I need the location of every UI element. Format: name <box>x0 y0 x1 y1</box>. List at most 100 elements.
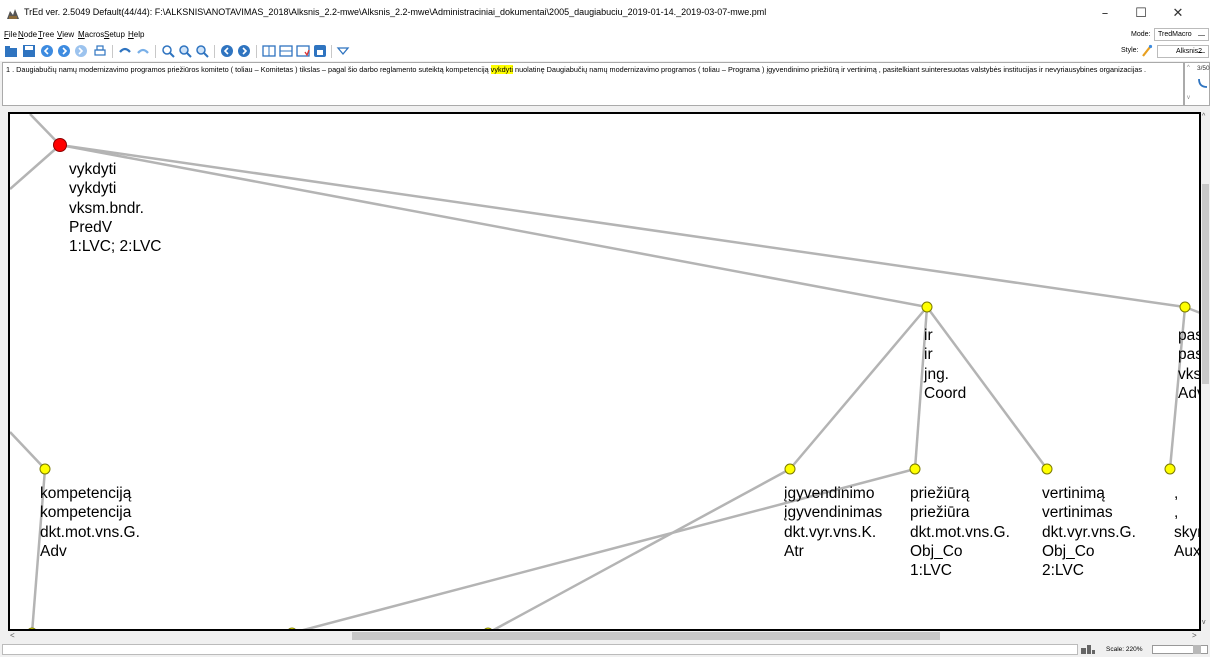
node-afun: Adv <box>40 542 67 560</box>
layout-icon[interactable] <box>279 44 293 58</box>
node-lemma: vertinimas <box>1042 504 1113 522</box>
scroll-left-arrow-icon[interactable]: < <box>10 631 15 640</box>
undo-icon[interactable] <box>118 44 132 58</box>
menu-help[interactable]: Help <box>128 30 144 39</box>
status-field <box>2 644 1078 655</box>
next-icon[interactable] <box>57 44 71 58</box>
node-form: vertinimą <box>1042 485 1105 502</box>
brush-icon[interactable] <box>1141 44 1153 58</box>
app-icon <box>7 9 19 19</box>
sentence-view[interactable]: 1 . Daugiabučių namų modernizavimo progr… <box>2 62 1184 106</box>
scroll-down-icon[interactable]: v <box>1187 95 1190 101</box>
node-tag: skyr. <box>1174 523 1199 541</box>
node-mwe: 2:LVC <box>1042 562 1084 580</box>
tree-node-igyvendinimo <box>784 463 796 475</box>
node-label-igyvendinimo: įgyvendinimo įgyvendinimas dkt.vyr.vns.K… <box>784 484 882 561</box>
node-lemma: , <box>1174 504 1179 522</box>
scale-icon <box>1081 645 1095 654</box>
menu-view[interactable]: View <box>57 30 74 39</box>
node-label-vertinima: vertinimą vertinimas dkt.vyr.vns.G. Obj_… <box>1042 484 1136 580</box>
open-icon[interactable] <box>4 44 18 58</box>
node-tag: dkt.vyr.vns.K. <box>784 523 877 541</box>
next-file-icon[interactable] <box>74 44 88 58</box>
node-label-ir: ir ir jng. Coord <box>924 326 966 403</box>
node-form: pas <box>1178 327 1201 344</box>
node-lemma: ir <box>924 346 933 364</box>
node-afun: Coord <box>924 384 967 402</box>
lock-icon[interactable] <box>313 44 327 58</box>
zoom-in-icon[interactable] <box>178 44 192 58</box>
node-tag: dkt.vyr.vns.G. <box>1042 523 1136 541</box>
dropdown-icon[interactable] <box>336 44 350 58</box>
node-form: , <box>1174 485 1179 502</box>
tree-edge <box>492 467 791 629</box>
menu-bar: File Node Tree View Macros Setup Help Mo… <box>0 28 1210 42</box>
tree-edge <box>59 143 1186 309</box>
window-title: TrEd ver. 2.5049 Default(44/44): F:\ALKS… <box>24 7 767 17</box>
print-icon[interactable] <box>93 44 107 58</box>
style-label: Style: <box>1121 47 1139 54</box>
node-afun: Atr <box>784 542 804 560</box>
tree-node-prieziura <box>909 463 921 475</box>
dropdown-icon: — <box>1198 32 1205 39</box>
node-tag: jng. <box>924 365 949 383</box>
node-lemma: kompetencija <box>40 504 132 522</box>
view-icon[interactable] <box>262 44 276 58</box>
scroll-up-icon[interactable]: ^ <box>1187 65 1190 71</box>
scale-label: Scale: 220% <box>1106 646 1143 653</box>
redo-icon[interactable] <box>136 44 150 58</box>
node-tag: vks <box>1178 365 1201 383</box>
node-afun: Obj_Co <box>910 542 963 560</box>
minimize-button[interactable]: – <box>1087 0 1123 26</box>
menu-file[interactable]: File <box>4 30 17 39</box>
prev-icon[interactable] <box>40 44 54 58</box>
toolbar-separator <box>112 45 113 58</box>
node-lemma: vykdyti <box>69 180 117 198</box>
scroll-right-arrow-icon[interactable]: > <box>1192 631 1197 640</box>
scale-slider-handle[interactable] <box>1193 645 1201 654</box>
zoom-out-icon[interactable] <box>195 44 209 58</box>
scroll-down-arrow-icon[interactable]: v <box>1202 619 1206 626</box>
back-icon[interactable] <box>220 44 234 58</box>
tree-node-ir <box>921 301 933 313</box>
menu-setup[interactable]: Setup <box>104 30 125 39</box>
tree-edge <box>789 306 928 470</box>
save-icon[interactable] <box>22 44 36 58</box>
menu-node[interactable]: Node <box>18 30 37 39</box>
tree-canvas[interactable]: vykdyti vykdyti vksm.bndr. PredV 1:LVC; … <box>8 112 1201 631</box>
mode-select[interactable]: TredMacro — <box>1154 28 1209 41</box>
menu-macros[interactable]: Macros <box>78 30 104 39</box>
style-select[interactable]: Alksnis2 — <box>1157 45 1209 58</box>
menu-tree[interactable]: Tree <box>38 30 54 39</box>
curve-icon[interactable] <box>1196 76 1210 90</box>
node-afun: Obj_Co <box>1042 542 1095 560</box>
tree-counter: 3/50 <box>1197 65 1210 72</box>
tree-edge <box>10 144 61 190</box>
horizontal-scroll-thumb[interactable] <box>352 632 940 640</box>
forward-icon[interactable] <box>237 44 251 58</box>
dropdown-icon: — <box>1198 49 1205 56</box>
sentence-highlight: vykdyti <box>490 65 513 74</box>
tree-edge <box>10 431 46 470</box>
tree-node-comma <box>1164 463 1176 475</box>
node-lemma: įgyvendinimas <box>784 504 883 522</box>
toolbar-separator <box>214 45 215 58</box>
vertical-scroll-thumb[interactable] <box>1202 184 1209 384</box>
toolbar-separator <box>155 45 156 58</box>
node-form: priežiūrą <box>910 485 970 502</box>
close-button[interactable]: ✕ <box>1160 0 1196 26</box>
maximize-button[interactable]: ☐ <box>1123 0 1159 26</box>
sentence-text-before: 1 . Daugiabučių namų modernizavimo progr… <box>6 65 491 74</box>
node-label-prieziura: priežiūrą priežiūra dkt.mot.vns.G. Obj_C… <box>910 484 1010 580</box>
node-mwe: 1:LVC <box>910 562 952 580</box>
node-afun: Adv <box>1178 384 1199 402</box>
node-mwe: 1:LVC; 2:LVC <box>69 238 162 256</box>
check-icon[interactable] <box>296 44 310 58</box>
node-afun: Aux <box>1174 542 1201 560</box>
node-tag: dkt.mot.vns.G. <box>910 523 1010 541</box>
node-label-kompetencija: kompetenciją kompetencija dkt.mot.vns.G.… <box>40 484 140 561</box>
zoom-icon[interactable] <box>161 44 175 58</box>
node-afun: PredV <box>69 218 113 236</box>
scroll-up-arrow-icon[interactable]: ^ <box>1202 113 1205 120</box>
sentence-text-after: nuolatinę Daugiabučių namų modernizavimo… <box>512 65 1147 74</box>
